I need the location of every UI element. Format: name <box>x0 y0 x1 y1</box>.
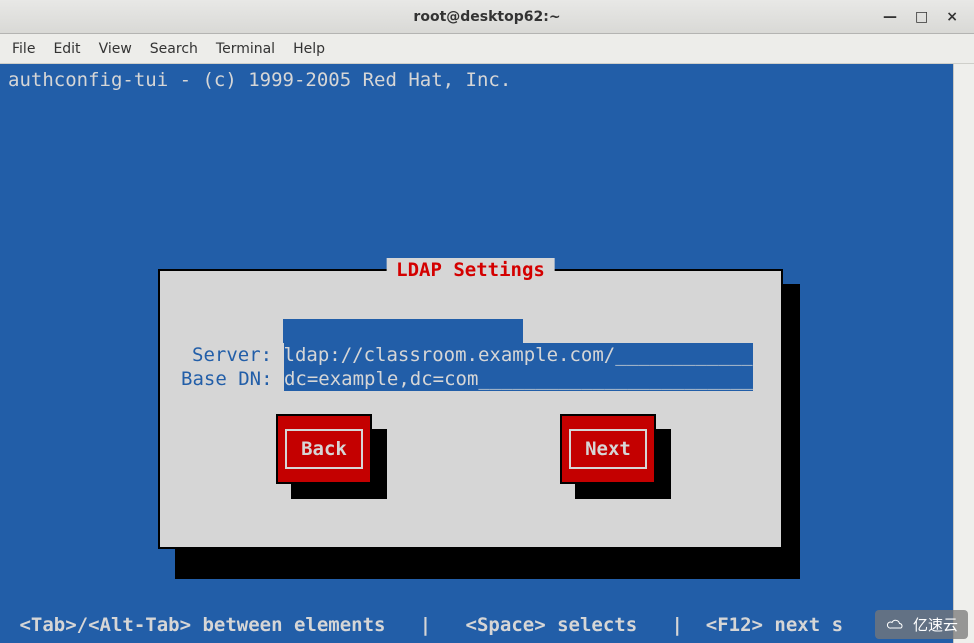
cloud-icon <box>885 618 907 632</box>
terminal-scrollbar[interactable] <box>953 64 974 643</box>
base-dn-label: Base DN: <box>181 367 284 391</box>
next-button-label: Next <box>569 429 647 469</box>
close-icon[interactable]: × <box>946 9 958 25</box>
tui-footer: <Tab>/<Alt-Tab> between elements | <Spac… <box>8 613 843 637</box>
base-dn-row: Base DN: dc=example,dc=com______________… <box>181 367 753 391</box>
back-button-label: Back <box>285 429 363 469</box>
server-row: Server: ldap://classroom.example.com/___… <box>192 343 753 367</box>
menu-help[interactable]: Help <box>293 41 325 57</box>
tui-header: authconfig-tui - (c) 1999-2005 Red Hat, … <box>8 68 511 92</box>
maximize-icon[interactable]: □ <box>915 9 928 25</box>
back-button[interactable]: Back <box>276 414 372 484</box>
menu-file[interactable]: File <box>12 41 35 57</box>
minimize-icon[interactable]: — <box>883 9 897 25</box>
dialog-title: LDAP Settings <box>386 258 555 282</box>
use-tls-row[interactable]: [*] Use TLS <box>283 319 523 343</box>
menu-view[interactable]: View <box>99 41 132 57</box>
menu-terminal[interactable]: Terminal <box>216 41 275 57</box>
window-titlebar: root@desktop62:~ — □ × <box>0 0 974 34</box>
window-controls: — □ × <box>883 0 968 34</box>
server-input[interactable]: ldap://classroom.example.com/___________… <box>284 343 753 367</box>
window-title: root@desktop62:~ <box>413 9 560 25</box>
ldap-settings-dialog: LDAP Settings [*] Use TLS Server: ldap:/… <box>158 269 783 549</box>
terminal-content: authconfig-tui - (c) 1999-2005 Red Hat, … <box>0 64 953 643</box>
use-tls-checkbox[interactable]: [*] Use TLS <box>283 319 523 343</box>
menubar: File Edit View Search Terminal Help <box>0 34 974 64</box>
server-label: Server: <box>192 343 284 367</box>
watermark: 亿速云 <box>875 610 968 639</box>
terminal-area: authconfig-tui - (c) 1999-2005 Red Hat, … <box>0 64 974 643</box>
base-dn-input[interactable]: dc=example,dc=com_______________________… <box>284 367 753 391</box>
next-button[interactable]: Next <box>560 414 656 484</box>
menu-search[interactable]: Search <box>150 41 198 57</box>
menu-edit[interactable]: Edit <box>53 41 80 57</box>
watermark-text: 亿速云 <box>913 614 958 635</box>
